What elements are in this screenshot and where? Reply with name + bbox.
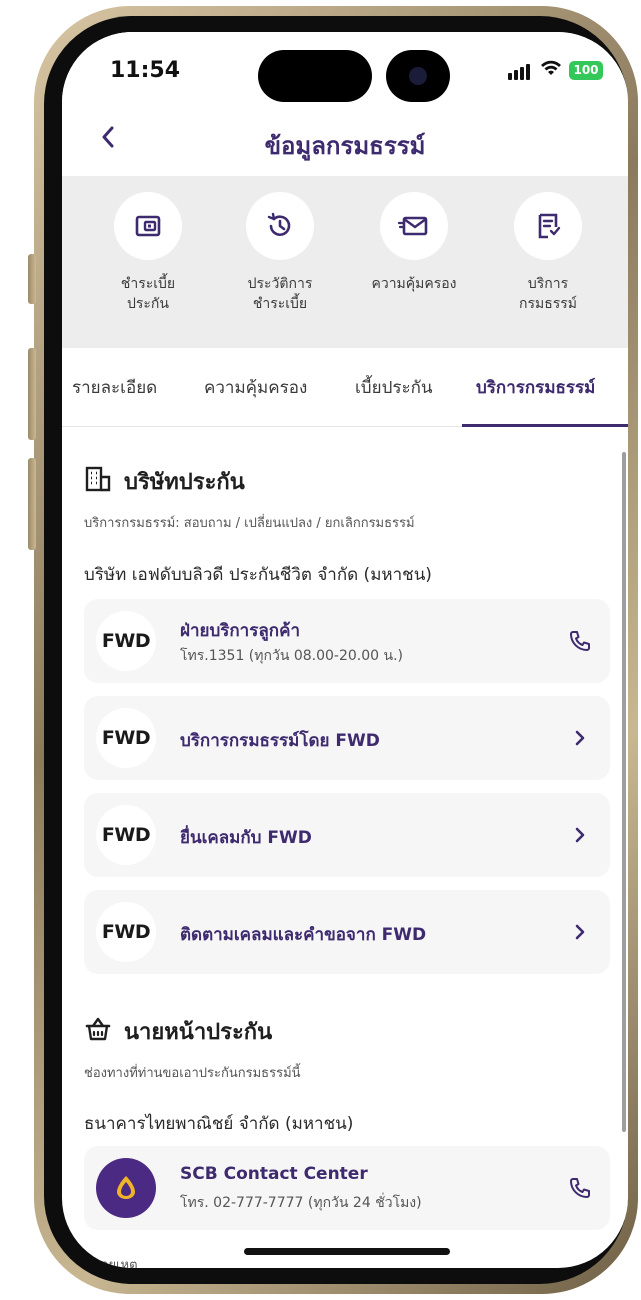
section-broker-title: นายหน้าประกัน	[84, 1014, 272, 1049]
card-policy-service-fwd[interactable]: FWD บริการกรมธรรม์โดย FWD	[84, 696, 610, 780]
card-title: บริการกรมธรรม์โดย FWD	[180, 731, 380, 751]
quick-actions: ชำระเบี้ย ประกัน ประวัติการ ชำระเบี้ย คว…	[62, 176, 628, 348]
quick-action-coverage[interactable]: ความคุ้มครอง	[354, 192, 474, 294]
section-insurer-subtitle: บริการกรมธรรม์: สอบถาม / เปลี่ยนแปลง / ย…	[84, 516, 415, 531]
section-title-text: นายหน้าประกัน	[124, 1020, 273, 1045]
signal-icon	[508, 64, 530, 80]
tab-active-indicator	[462, 424, 628, 427]
card-title: ติดตามเคลมและคำขอจาก FWD	[180, 925, 427, 945]
chevron-right-icon[interactable]	[566, 821, 594, 849]
status-bar: 11:54 100	[62, 32, 628, 112]
screen: 11:54 100 ข้อมูลกรมธรรม์ ชำระเบี้ย ประกั…	[62, 32, 628, 1268]
section-title-text: บริษัทประกัน	[124, 470, 245, 495]
quick-action-payment-history[interactable]: ประวัติการ ชำระเบี้ย	[220, 192, 340, 314]
card-subtitle: โทร. 02-777-7777 (ทุกวัน 24 ชั่วโมง)	[180, 1195, 422, 1211]
card-title: ยื่นเคลมกับ FWD	[180, 828, 312, 848]
fwd-logo: FWD	[96, 805, 156, 865]
phone-icon[interactable]	[566, 1174, 594, 1202]
battery-icon: 100	[569, 61, 603, 80]
header: ข้อมูลกรมธรรม์	[62, 112, 628, 176]
status-time: 11:54	[110, 58, 181, 83]
fwd-logo: FWD	[96, 611, 156, 671]
basket-icon	[84, 1015, 112, 1049]
fwd-logo: FWD	[96, 708, 156, 768]
front-camera	[386, 50, 450, 102]
footer-note-heading: หมายเหตุ	[84, 1258, 138, 1268]
wallet-icon	[114, 192, 182, 260]
broker-company-name: ธนาคารไทยพาณิชย์ จำกัด (มหาชน)	[84, 1114, 354, 1134]
section-insurer-title: บริษัทประกัน	[84, 464, 245, 499]
tab-policy-service[interactable]: บริการกรมธรรม์	[476, 374, 595, 401]
tab-premium[interactable]: เบี้ยประกัน	[355, 374, 433, 401]
scrollbar[interactable]	[622, 452, 626, 1132]
card-title: ฝ่ายบริการลูกค้า	[180, 621, 300, 641]
quick-action-label: บริการ กรมธรรม์	[518, 276, 578, 312]
quick-action-label: ความคุ้มครอง	[371, 276, 457, 292]
quick-action-policy-service[interactable]: บริการ กรมธรรม์	[488, 192, 608, 314]
phone-side-button	[28, 348, 36, 440]
scb-logo	[96, 1158, 156, 1218]
chevron-right-icon[interactable]	[566, 724, 594, 752]
mail-icon	[380, 192, 448, 260]
insurer-company-name: บริษัท เอฟดับบลิวดี ประกันชีวิต จำกัด (ม…	[84, 565, 432, 585]
home-indicator[interactable]	[244, 1248, 450, 1255]
dynamic-island	[258, 50, 372, 102]
card-title: SCB Contact Center	[180, 1164, 368, 1184]
tab-bar: รายละเอียด ความคุ้มครอง เบี้ยประกัน บริก…	[62, 348, 628, 428]
tab-details[interactable]: รายละเอียด	[72, 374, 157, 401]
page-title: ข้อมูลกรมธรรม์	[264, 132, 426, 160]
chevron-right-icon[interactable]	[566, 918, 594, 946]
section-broker-subtitle: ช่องทางที่ท่านขอเอาประกันกรมธรรม์นี้	[84, 1066, 301, 1081]
card-scb-contact[interactable]: SCB Contact Center โทร. 02-777-7777 (ทุก…	[84, 1146, 610, 1230]
history-icon	[246, 192, 314, 260]
document-icon	[514, 192, 582, 260]
tab-coverage[interactable]: ความคุ้มครอง	[204, 374, 307, 401]
card-track-claim[interactable]: FWD ติดตามเคลมและคำขอจาก FWD	[84, 890, 610, 974]
phone-side-button	[28, 254, 36, 304]
card-customer-service[interactable]: FWD ฝ่ายบริการลูกค้า โทร.1351 (ทุกวัน 08…	[84, 599, 610, 683]
wifi-icon	[540, 58, 562, 82]
phone-side-button	[28, 458, 36, 550]
quick-action-label: ชำระเบี้ย ประกัน	[120, 276, 176, 312]
building-icon	[84, 465, 112, 499]
quick-action-label: ประวัติการ ชำระเบี้ย	[247, 276, 313, 312]
card-subtitle: โทร.1351 (ทุกวัน 08.00-20.00 น.)	[180, 648, 403, 664]
quick-action-pay-premium[interactable]: ชำระเบี้ย ประกัน	[88, 192, 208, 314]
card-submit-claim[interactable]: FWD ยื่นเคลมกับ FWD	[84, 793, 610, 877]
fwd-logo: FWD	[96, 902, 156, 962]
phone-icon[interactable]	[566, 627, 594, 655]
